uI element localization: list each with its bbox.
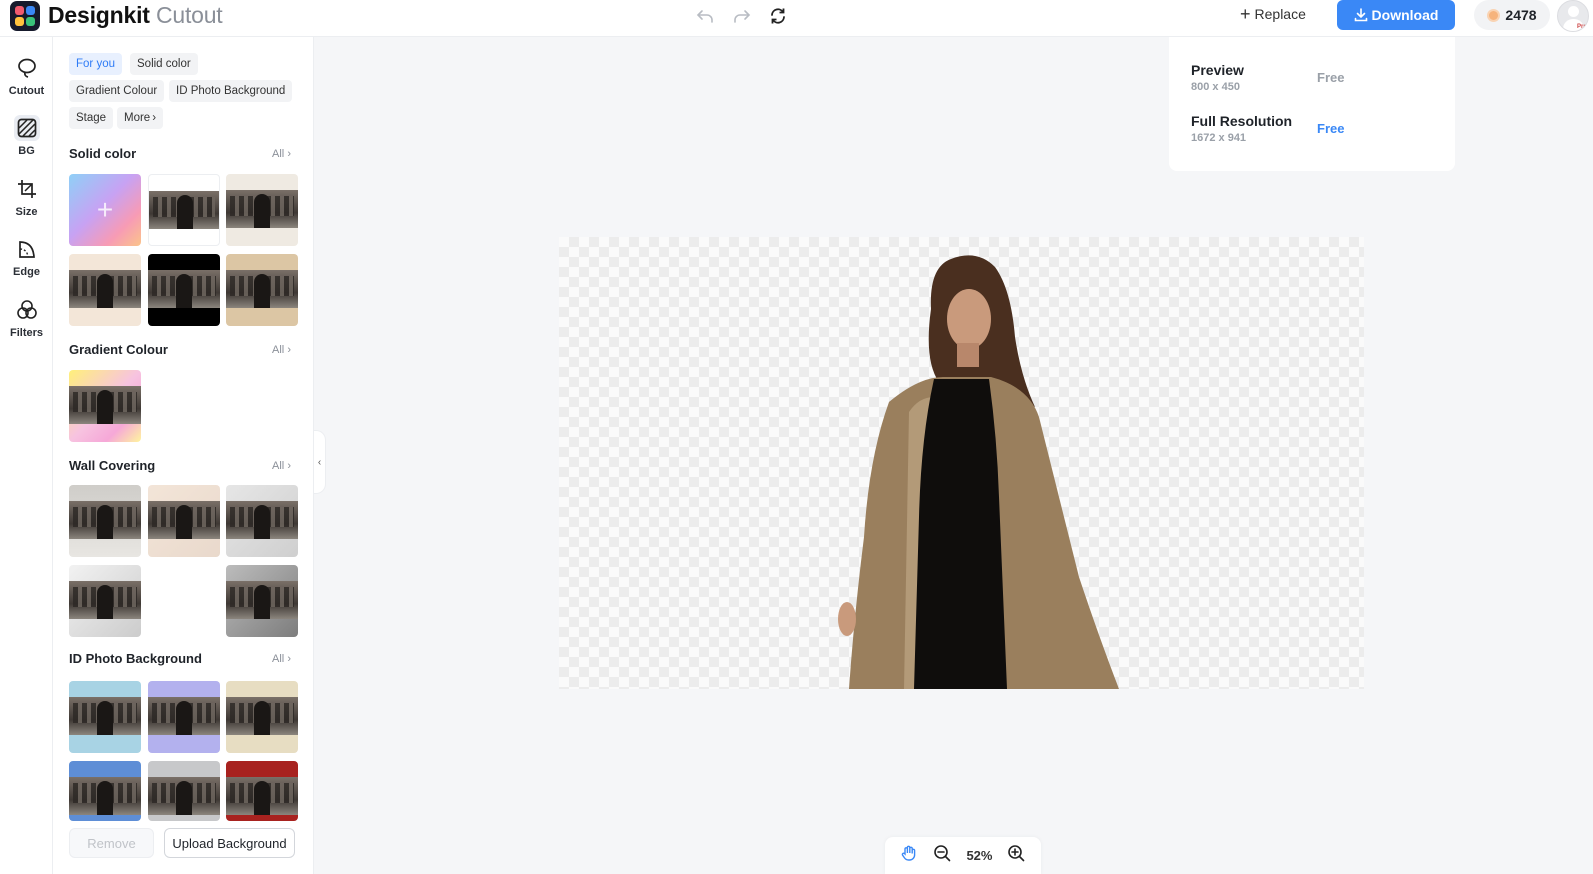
zoom-out-icon[interactable] bbox=[933, 844, 951, 867]
chevron-right-icon: › bbox=[287, 344, 291, 356]
rail-item-filters[interactable]: Filters bbox=[0, 297, 53, 339]
bg-swatch[interactable] bbox=[226, 485, 298, 557]
coin-icon bbox=[1487, 8, 1501, 22]
download-button[interactable]: Download bbox=[1337, 0, 1455, 30]
app-title: Designkit Cutout bbox=[48, 2, 223, 28]
reset-icon[interactable] bbox=[767, 5, 789, 27]
collapse-panel-handle[interactable]: ‹ bbox=[314, 430, 326, 494]
bg-swatch[interactable] bbox=[69, 370, 141, 442]
price-label: Free bbox=[1317, 70, 1345, 85]
rail-item-edge[interactable]: Edge bbox=[0, 236, 53, 278]
remove-button[interactable]: Remove bbox=[69, 828, 154, 858]
plus-icon: + bbox=[1240, 4, 1251, 24]
replace-button[interactable]: + Replace bbox=[1240, 4, 1306, 24]
bg-swatch[interactable] bbox=[148, 681, 220, 753]
background-panel: For you Solid color Gradient Colour ID P… bbox=[53, 37, 314, 874]
zoom-in-icon[interactable] bbox=[1007, 844, 1025, 867]
bg-swatch[interactable] bbox=[148, 761, 220, 821]
upload-background-button[interactable]: Upload Background bbox=[164, 828, 295, 858]
bg-swatch[interactable] bbox=[226, 174, 298, 246]
section-all-wall-covering[interactable]: All › bbox=[272, 460, 291, 472]
section-all-id-photo-background[interactable]: All › bbox=[272, 653, 291, 665]
lasso-icon bbox=[14, 55, 40, 81]
chip-id-photo-background[interactable]: ID Photo Background bbox=[169, 80, 293, 102]
designkit-logo[interactable] bbox=[10, 1, 40, 31]
chevron-left-icon: ‹ bbox=[317, 456, 322, 468]
price-label: Free bbox=[1317, 121, 1345, 136]
section-title-gradient-colour: Gradient Colour bbox=[69, 342, 168, 357]
bg-swatch[interactable] bbox=[69, 761, 141, 821]
rail-item-size[interactable]: Size bbox=[0, 176, 53, 218]
section-all-solid-color[interactable]: All › bbox=[272, 148, 291, 160]
top-bar: Designkit Cutout + Replace Download 2478… bbox=[0, 0, 1593, 37]
chip-stage[interactable]: Stage bbox=[69, 107, 114, 129]
section-title-wall-covering: Wall Covering bbox=[69, 458, 156, 473]
section-title-solid-color: Solid color bbox=[69, 146, 137, 161]
section-title-id-photo-background: ID Photo Background bbox=[69, 651, 202, 666]
chip-more[interactable]: More › bbox=[117, 107, 164, 129]
tool-rail: Cutout BG Size Edge Filters bbox=[0, 37, 53, 874]
zoom-level: 52% bbox=[966, 848, 993, 863]
redo-icon[interactable] bbox=[731, 5, 753, 27]
chevron-right-icon: › bbox=[287, 653, 291, 665]
cutout-canvas[interactable] bbox=[559, 237, 1364, 689]
chevron-right-icon: › bbox=[287, 148, 291, 160]
edge-icon bbox=[14, 236, 40, 262]
chip-solid-color[interactable]: Solid color bbox=[130, 53, 198, 75]
zoom-toolbar: 52% bbox=[885, 837, 1041, 874]
credits-badge[interactable]: 2478 bbox=[1474, 0, 1550, 30]
background-icon bbox=[13, 115, 40, 141]
section-all-gradient-colour[interactable]: All › bbox=[272, 344, 291, 356]
chip-for-you[interactable]: For you bbox=[69, 53, 122, 75]
pro-badge: Pro bbox=[1576, 24, 1587, 30]
bg-swatch[interactable] bbox=[148, 174, 220, 246]
bg-swatch[interactable] bbox=[69, 565, 141, 637]
chevron-right-icon: › bbox=[287, 460, 291, 472]
custom-color-swatch[interactable]: + bbox=[69, 174, 141, 246]
crop-icon bbox=[14, 176, 40, 202]
user-avatar[interactable]: Pro bbox=[1557, 0, 1589, 32]
bg-swatch[interactable] bbox=[69, 681, 141, 753]
bg-swatch[interactable] bbox=[226, 761, 298, 821]
rail-item-bg[interactable]: BG bbox=[0, 115, 53, 157]
subject-cutout-image bbox=[838, 255, 1119, 689]
download-menu: Preview 800 x 450 Free Full Resolution 1… bbox=[1169, 37, 1455, 171]
bg-swatch[interactable] bbox=[148, 485, 220, 557]
chip-gradient-colour[interactable]: Gradient Colour bbox=[69, 80, 165, 102]
bg-swatch[interactable] bbox=[148, 254, 220, 326]
hand-tool-icon[interactable] bbox=[900, 844, 918, 867]
download-icon bbox=[1354, 8, 1367, 22]
plus-icon: + bbox=[96, 194, 114, 225]
undo-icon[interactable] bbox=[694, 5, 716, 27]
bg-swatch[interactable] bbox=[226, 681, 298, 753]
download-option-preview[interactable]: Preview 800 x 450 bbox=[1191, 62, 1244, 93]
download-option-full-resolution[interactable]: Full Resolution 1672 x 941 bbox=[1191, 113, 1292, 144]
bg-swatch[interactable] bbox=[226, 565, 298, 637]
chevron-right-icon: › bbox=[152, 112, 157, 124]
rail-item-cutout[interactable]: Cutout bbox=[0, 55, 53, 97]
bg-swatch[interactable] bbox=[69, 254, 141, 326]
filters-icon bbox=[14, 297, 40, 323]
bg-swatch[interactable] bbox=[69, 485, 141, 557]
bg-swatch[interactable] bbox=[226, 254, 298, 326]
